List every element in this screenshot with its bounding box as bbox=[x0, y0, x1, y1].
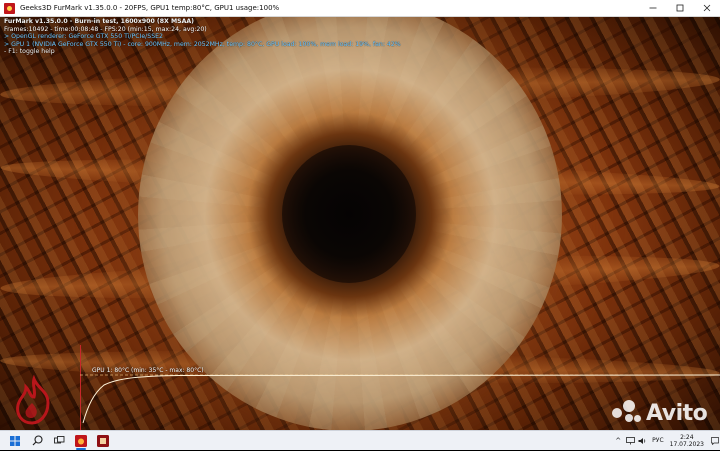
notification-center-button[interactable] bbox=[710, 431, 720, 451]
avito-watermark-text: Avito bbox=[646, 400, 708, 426]
clock-date: 17.07.2023 bbox=[669, 440, 704, 448]
avito-watermark: Avito bbox=[612, 400, 708, 426]
taskbar: ^ РУС 2:24 17.07.2023 bbox=[0, 430, 720, 450]
furmark-flame-logo-icon bbox=[16, 375, 50, 425]
taskbar-clock[interactable]: 2:24 17.07.2023 bbox=[668, 434, 710, 448]
window-title: Geeks3D FurMark v1.35.0.0 - 20FPS, GPU1 … bbox=[20, 4, 280, 12]
avito-logo-icon bbox=[612, 400, 642, 426]
network-icon bbox=[625, 436, 635, 444]
windows-start-icon bbox=[10, 435, 20, 446]
tray-volume-button[interactable] bbox=[636, 431, 648, 451]
task-view-button[interactable] bbox=[48, 431, 70, 451]
minimize-icon bbox=[649, 7, 656, 9]
fur-donut-center bbox=[282, 145, 416, 283]
tray-network-button[interactable] bbox=[624, 431, 636, 451]
osd-renderer: > OpenGL renderer: GeForce GTX 550 Ti/PC… bbox=[4, 33, 163, 41]
osd-help: - F1: toggle help bbox=[4, 48, 55, 56]
start-button[interactable] bbox=[4, 431, 26, 451]
system-tray: ^ РУС 2:24 17.07.2023 bbox=[612, 431, 720, 450]
taskbar-app-furmark[interactable] bbox=[70, 431, 92, 451]
window-controls bbox=[639, 0, 720, 16]
tray-overflow-chevron-button[interactable]: ^ bbox=[612, 431, 624, 451]
furmark-app-icon bbox=[75, 434, 87, 447]
osd-header: FurMark v1.35.0.0 - Burn-in test, 1600x9… bbox=[4, 18, 194, 25]
close-button[interactable] bbox=[693, 0, 720, 16]
clock-time: 2:24 bbox=[680, 433, 694, 441]
graph-label: GPU 1: 80°C (min: 35°C - max: 80°C) bbox=[92, 367, 204, 374]
osd-overlay: FurMark v1.35.0.0 - Burn-in test, 1600x9… bbox=[4, 18, 401, 56]
task-view-icon bbox=[53, 435, 64, 443]
furmark-gpu-app-icon bbox=[97, 434, 109, 447]
search-button[interactable] bbox=[26, 431, 48, 451]
maximize-button[interactable] bbox=[666, 0, 693, 16]
taskbar-app-furmark-gpu[interactable] bbox=[92, 431, 114, 451]
maximize-icon bbox=[676, 4, 683, 12]
search-icon bbox=[32, 435, 43, 446]
furmark-window-icon bbox=[4, 2, 15, 14]
close-icon bbox=[703, 4, 710, 12]
minimize-button[interactable] bbox=[639, 0, 666, 16]
chevron-up-icon: ^ bbox=[615, 436, 622, 445]
language-indicator[interactable]: РУС bbox=[648, 437, 667, 444]
osd-gpu-info: > GPU 1 (NVIDIA GeForce GTX 550 Ti) - co… bbox=[4, 40, 401, 48]
notification-icon bbox=[711, 436, 719, 445]
speaker-icon bbox=[638, 437, 645, 444]
title-bar[interactable]: Geeks3D FurMark v1.35.0.0 - 20FPS, GPU1 … bbox=[0, 0, 720, 17]
